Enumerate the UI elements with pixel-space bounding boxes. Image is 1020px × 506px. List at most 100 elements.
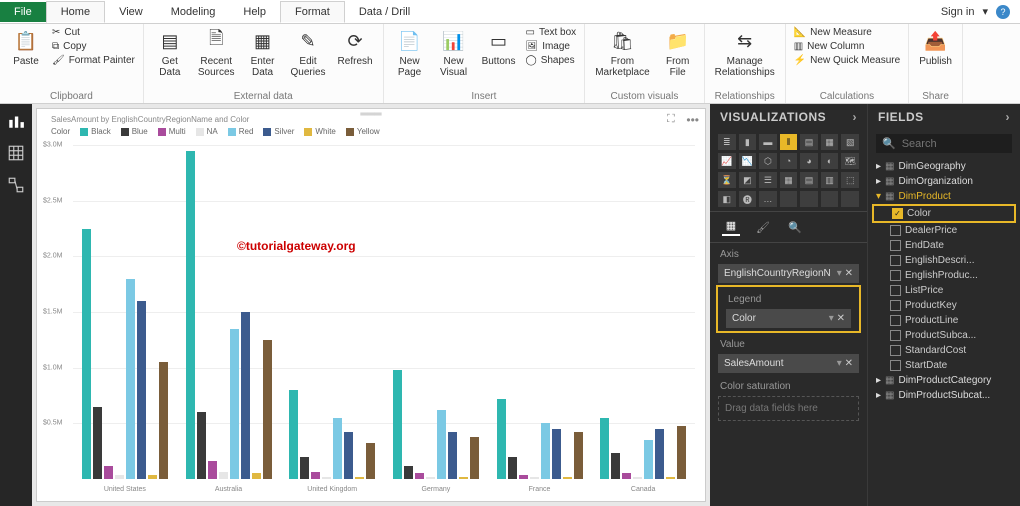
bar[interactable] <box>197 412 206 479</box>
sign-in-dropdown-icon[interactable]: ▾ <box>982 5 988 18</box>
bar[interactable] <box>115 475 124 479</box>
bar[interactable] <box>574 432 583 479</box>
bar[interactable] <box>508 457 517 479</box>
viz-type-0[interactable]: ≣ <box>718 134 736 150</box>
checkbox-icon[interactable] <box>890 240 901 251</box>
table-DimGeography[interactable]: ▸▦DimGeography <box>868 159 1020 174</box>
viz-type-13[interactable]: 🗺 <box>841 153 859 169</box>
checkbox-icon[interactable] <box>890 360 901 371</box>
bar[interactable] <box>82 229 91 480</box>
field-ProductKey[interactable]: ProductKey <box>868 298 1020 313</box>
bar[interactable] <box>600 418 609 479</box>
search-input[interactable] <box>902 138 1006 150</box>
bar[interactable] <box>366 443 375 479</box>
checkbox-icon[interactable] <box>890 300 901 311</box>
new-quick-measure-button[interactable]: ⚡New Quick Measure <box>792 54 902 67</box>
format-tab[interactable]: 🖌 <box>754 218 772 236</box>
fields-well-tab[interactable]: ▦ <box>722 218 740 236</box>
recent-sources-button[interactable]: 🗎Recent Sources <box>194 26 239 80</box>
viz-type-27[interactable] <box>841 191 859 207</box>
edit-queries-button[interactable]: ✎Edit Queries <box>287 26 330 80</box>
tab-help[interactable]: Help <box>229 2 280 22</box>
viz-type-26[interactable] <box>821 191 839 207</box>
viz-type-16[interactable]: ☰ <box>759 172 777 188</box>
data-view-icon[interactable] <box>7 144 25 162</box>
viz-type-19[interactable]: ▥ <box>821 172 839 188</box>
bar[interactable] <box>393 370 402 479</box>
bar[interactable] <box>563 477 572 479</box>
viz-type-6[interactable]: ▧ <box>841 134 859 150</box>
bar[interactable] <box>126 279 135 479</box>
remove-legend-icon[interactable]: ✕ <box>837 313 845 324</box>
tab-modeling[interactable]: Modeling <box>157 2 230 22</box>
bar[interactable] <box>322 477 331 479</box>
bar[interactable] <box>655 429 664 479</box>
bar[interactable] <box>448 432 457 479</box>
bar[interactable] <box>208 461 217 479</box>
drag-handle-icon[interactable]: ═══ <box>360 109 381 120</box>
viz-type-23[interactable]: … <box>759 191 777 207</box>
format-painter-button[interactable]: 🖌Format Painter <box>50 54 137 67</box>
bar[interactable] <box>148 475 157 479</box>
cut-button[interactable]: ✂Cut <box>50 26 137 39</box>
focus-mode-icon[interactable]: ⛶ <box>667 113 681 127</box>
table-DimProductCategory[interactable]: ▸▦DimProductCategory <box>868 373 1020 388</box>
tab-home[interactable]: Home <box>46 1 105 23</box>
bar[interactable] <box>415 473 424 479</box>
remove-value-icon[interactable]: ✕ <box>845 358 853 369</box>
checkbox-icon[interactable] <box>890 345 901 356</box>
field-EnglishDescri...[interactable]: EnglishDescri... <box>868 253 1020 268</box>
bar[interactable] <box>159 362 168 479</box>
bar[interactable] <box>241 312 250 479</box>
enter-data-button[interactable]: ▦Enter Data <box>243 26 283 80</box>
viz-type-12[interactable]: ◐ <box>821 153 839 169</box>
bar[interactable] <box>611 453 620 479</box>
new-measure-button[interactable]: 📐New Measure <box>792 26 902 39</box>
checkbox-icon[interactable] <box>890 285 901 296</box>
sign-in-link[interactable]: Sign in <box>941 6 975 18</box>
fields-search[interactable]: 🔍 <box>876 134 1012 153</box>
bar[interactable] <box>459 477 468 479</box>
viz-type-10[interactable]: ◔ <box>780 153 798 169</box>
checkbox-icon[interactable] <box>890 330 901 341</box>
bar[interactable] <box>677 426 686 479</box>
bar[interactable] <box>300 457 309 479</box>
checkbox-icon[interactable] <box>890 225 901 236</box>
bar[interactable] <box>333 418 342 479</box>
analytics-tab[interactable]: 🔍 <box>786 218 804 236</box>
bar[interactable] <box>104 466 113 479</box>
axis-field-pill[interactable]: EnglishCountryRegionN▾ ✕ <box>718 264 859 283</box>
saturation-dropzone[interactable]: Drag data fields here <box>718 396 859 421</box>
legend-field-pill[interactable]: Color▾ ✕ <box>726 309 851 328</box>
manage-relationships-button[interactable]: ⇆Manage Relationships <box>711 26 779 80</box>
viz-type-4[interactable]: ▤ <box>800 134 818 150</box>
publish-button[interactable]: 📤Publish <box>915 26 956 69</box>
bar[interactable] <box>622 473 631 479</box>
help-icon[interactable]: ? <box>996 5 1010 19</box>
checkbox-icon[interactable]: ✓ <box>892 208 903 219</box>
table-DimProduct[interactable]: ▾▦DimProduct <box>868 189 1020 204</box>
tab-file[interactable]: File <box>0 2 46 22</box>
field-ProductSubca...[interactable]: ProductSubca... <box>868 328 1020 343</box>
viz-type-25[interactable] <box>800 191 818 207</box>
field-ProductLine[interactable]: ProductLine <box>868 313 1020 328</box>
viz-type-5[interactable]: ▦ <box>821 134 839 150</box>
viz-type-2[interactable]: ▬ <box>759 134 777 150</box>
new-page-button[interactable]: 📄New Page <box>390 26 430 80</box>
bar[interactable] <box>355 477 364 479</box>
bar[interactable] <box>404 466 413 479</box>
viz-type-17[interactable]: ▦ <box>780 172 798 188</box>
checkbox-icon[interactable] <box>890 255 901 266</box>
viz-type-18[interactable]: ▤ <box>800 172 818 188</box>
viz-type-8[interactable]: 📉 <box>739 153 757 169</box>
bar[interactable] <box>263 340 272 479</box>
table-DimProductSubcat...[interactable]: ▸▦DimProductSubcat... <box>868 388 1020 403</box>
bar[interactable] <box>344 432 353 479</box>
viz-type-24[interactable] <box>780 191 798 207</box>
from-marketplace-button[interactable]: 🛍From Marketplace <box>591 26 653 80</box>
new-visual-button[interactable]: 📊New Visual <box>434 26 474 80</box>
bar[interactable] <box>541 423 550 479</box>
bar[interactable] <box>530 477 539 479</box>
report-canvas[interactable]: ═══ ⛶ ••• SalesAmount by EnglishCountryR… <box>36 108 706 502</box>
table-DimOrganization[interactable]: ▸▦DimOrganization <box>868 174 1020 189</box>
